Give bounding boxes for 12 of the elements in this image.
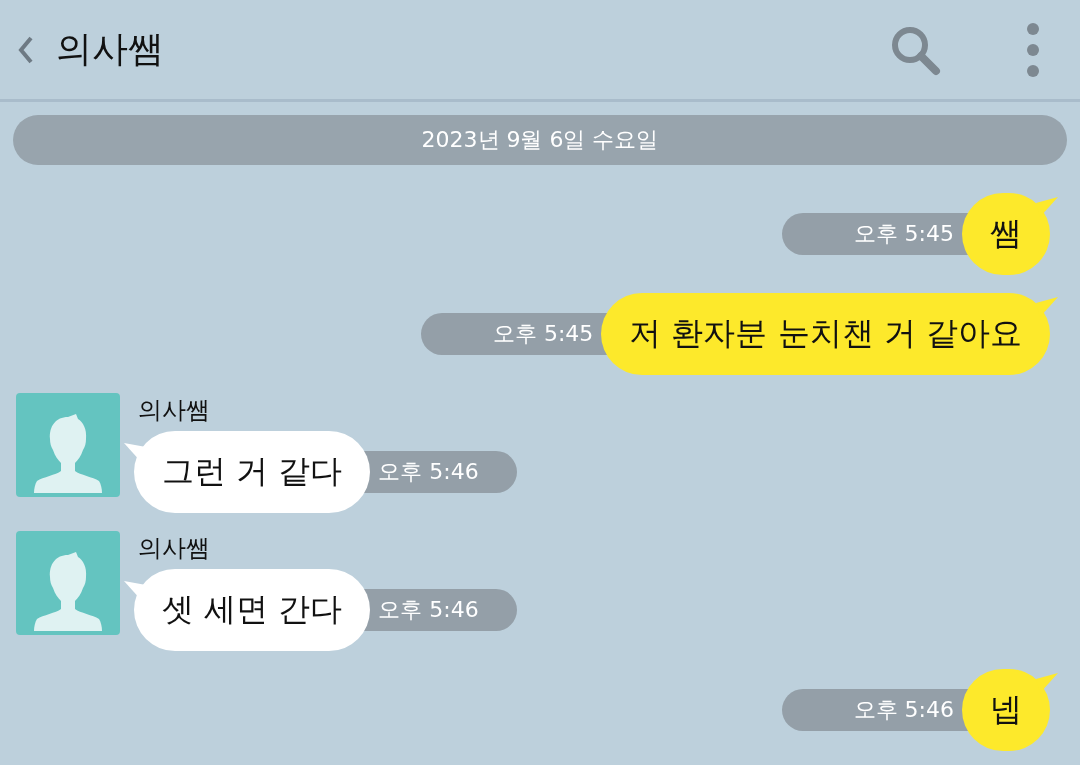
- avatar-icon: [16, 531, 120, 635]
- chat-title: 의사쌤: [56, 27, 165, 71]
- sent-message-bubble: 저 환자분 눈치챈 거 같아요: [601, 293, 1050, 375]
- avatar-icon: [16, 393, 120, 497]
- date-divider: 2023년 9월 6일 수요일: [13, 115, 1067, 165]
- sent-message-bubble: 넵: [962, 669, 1050, 751]
- received-message-bubble: 그런 거 같다: [134, 431, 371, 513]
- sender-name: 의사쌤: [138, 533, 211, 563]
- sender-name: 의사쌤: [138, 395, 211, 425]
- sent-message-bubble: 쌤: [962, 193, 1050, 275]
- received-message-bubble: 셋 세면 간다: [134, 569, 371, 651]
- more-options-icon[interactable]: [1026, 22, 1040, 77]
